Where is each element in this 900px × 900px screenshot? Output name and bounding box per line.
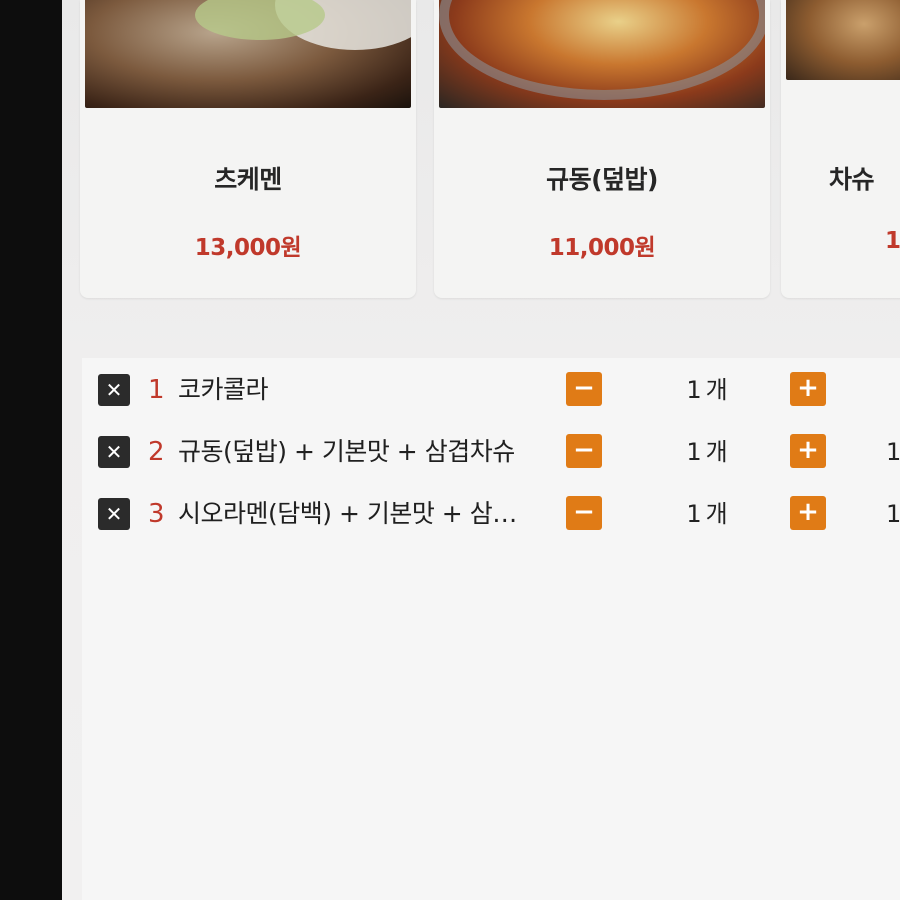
item-name: 코카콜라 [178, 375, 269, 404]
menu-card-gyudon[interactable]: 규동(덮밥) 11,000원 [434, 0, 770, 298]
menu-card-chashu[interactable]: 차슈 1 [781, 0, 900, 298]
item-name: 시오라멘(담백) + 기본맛 + 삼… [178, 499, 517, 528]
food-photo-tsukemen [85, 0, 411, 108]
bowl-shape [439, 0, 765, 100]
decrease-qty-button[interactable]: − [566, 372, 602, 406]
item-price-partial: 1 [886, 438, 900, 466]
kiosk-screen: 츠케멘 13,000원 규동(덮밥) 11,000원 차슈 1 ✕ 1 코카콜라… [62, 0, 900, 900]
item-index: 3 [148, 499, 165, 529]
remove-item-button[interactable]: ✕ [98, 498, 130, 530]
qty-unit: 개 [705, 500, 728, 528]
item-price-partial: 1 [886, 500, 900, 528]
cart-item: ✕ 1 코카콜라 − 1개 + [82, 370, 900, 410]
qty-value: 1 [686, 500, 702, 528]
increase-qty-button[interactable]: + [790, 496, 826, 530]
decrease-qty-button[interactable]: − [566, 496, 602, 530]
item-index: 2 [148, 437, 165, 467]
menu-card-tsukemen[interactable]: 츠케멘 13,000원 [80, 0, 416, 298]
cart-list: ✕ 1 코카콜라 − 1개 + ✕ 2 규동(덮밥) + 기본맛 + 삼겹차슈 … [82, 358, 900, 900]
menu-row: 츠케멘 13,000원 규동(덮밥) 11,000원 차슈 1 [62, 0, 900, 300]
decrease-qty-button[interactable]: − [566, 434, 602, 468]
menu-item-price: 13,000원 [194, 235, 302, 261]
qty-unit: 개 [705, 438, 728, 466]
qty-value: 1 [686, 376, 702, 404]
item-qty: 1개 [662, 434, 752, 470]
menu-item-name: 규동(덮밥) [546, 165, 658, 194]
cart-item: ✕ 2 규동(덮밥) + 기본맛 + 삼겹차슈 − 1개 + 1 [82, 432, 900, 472]
menu-item-price: 1 [885, 228, 900, 254]
item-name: 규동(덮밥) + 기본맛 + 삼겹차슈 [178, 437, 515, 466]
remove-item-button[interactable]: ✕ [98, 436, 130, 468]
remove-item-button[interactable]: ✕ [98, 374, 130, 406]
menu-item-name: 츠케멘 [214, 165, 282, 194]
menu-item-price: 11,000원 [548, 235, 656, 261]
qty-unit: 개 [705, 376, 728, 404]
menu-item-name: 차슈 [829, 165, 875, 194]
increase-qty-button[interactable]: + [790, 372, 826, 406]
food-photo-chashu [786, 0, 900, 80]
item-qty: 1개 [662, 496, 752, 532]
item-qty: 1개 [662, 372, 752, 408]
increase-qty-button[interactable]: + [790, 434, 826, 468]
cart-item: ✕ 3 시오라멘(담백) + 기본맛 + 삼… − 1개 + 1 [82, 494, 900, 534]
food-photo-gyudon [439, 0, 765, 108]
qty-value: 1 [686, 438, 702, 466]
item-index: 1 [148, 375, 165, 405]
